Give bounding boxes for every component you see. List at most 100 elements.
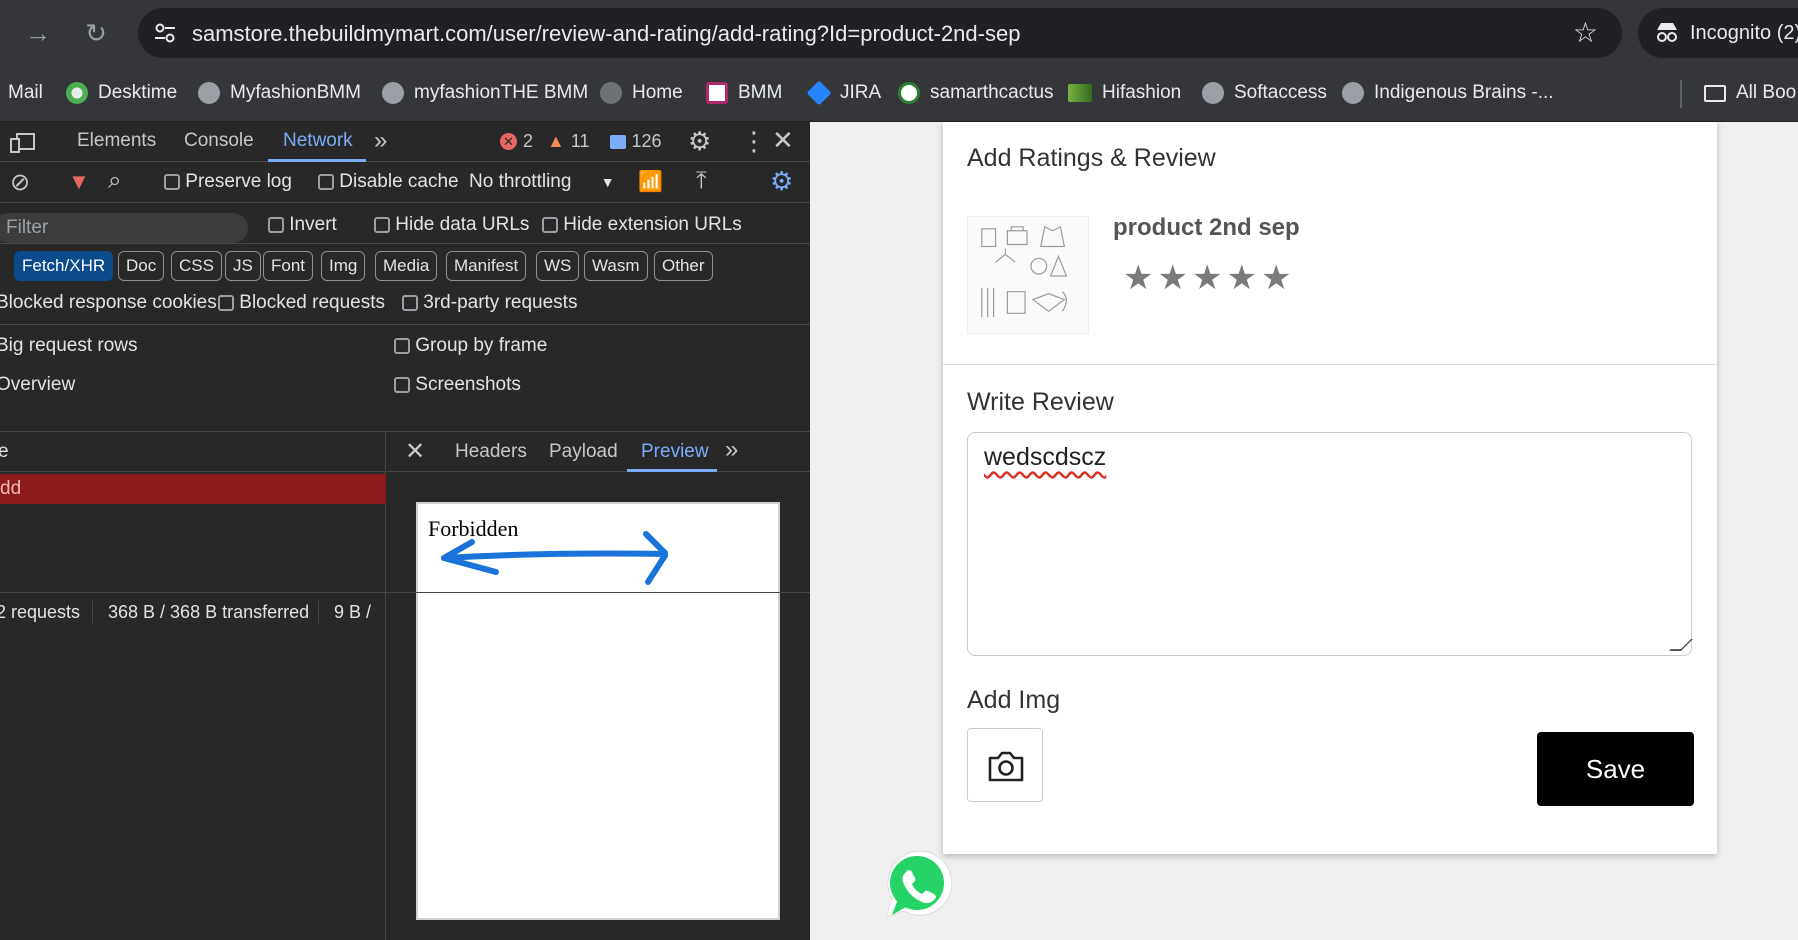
product-name: product 2nd sep <box>1113 214 1300 241</box>
product-sketch-icon <box>981 225 1068 318</box>
throttling-select[interactable]: No throttling ▼ <box>469 171 615 193</box>
bookmark-all-bookmarks[interactable]: All Boo <box>1704 78 1796 108</box>
warning-icon: ▲ <box>547 131 565 151</box>
web-page: Add Ratings & Review product 2nd sep ★ ★… <box>810 122 1798 940</box>
import-har-icon[interactable]: ⤒ <box>696 167 707 195</box>
url-text[interactable]: samstore.thebuildmymart.com/user/review-… <box>192 21 1020 47</box>
blocked-requests-checkbox[interactable]: Blocked requests <box>218 292 385 314</box>
incognito-indicator[interactable]: Incognito (2) <box>1638 8 1798 58</box>
review-textarea[interactable]: wedscdscz <box>967 432 1693 656</box>
chip-img[interactable]: Img <box>321 251 366 281</box>
screenshots-label: Screenshots <box>415 374 521 395</box>
name-column-header[interactable]: e <box>0 432 386 472</box>
filter-input[interactable]: Filter <box>0 213 248 243</box>
network-settings-icon[interactable]: ⚙ <box>770 166 793 197</box>
add-image-button[interactable] <box>967 728 1043 802</box>
close-devtools-icon[interactable]: ✕ <box>772 125 794 156</box>
bookmark-jira[interactable]: JIRA <box>806 78 881 108</box>
device-toolbar-icon[interactable] <box>10 132 36 154</box>
resources-size: 9 B / <box>334 602 372 622</box>
write-review-label: Write Review <box>967 388 1114 416</box>
browser-toolbar: → ↻ samstore.thebuildmymart.com/user/rev… <box>0 0 1798 66</box>
clear-icon[interactable]: ⊘ <box>10 168 30 197</box>
star-icon[interactable]: ★ <box>1157 258 1187 298</box>
network-conditions-icon[interactable]: 📶 <box>638 169 663 194</box>
whatsapp-icon[interactable] <box>876 845 956 925</box>
globe-icon <box>1202 82 1224 104</box>
big-rows-checkbox[interactable]: Big request rows <box>0 335 138 357</box>
overview-checkbox[interactable]: Overview <box>0 374 75 396</box>
error-count: 2 <box>523 131 534 151</box>
reload-icon[interactable]: ↻ <box>80 17 112 49</box>
disable-cache-label: Disable cache <box>339 171 459 192</box>
tab-headers[interactable]: Headers <box>455 441 527 463</box>
star-icon[interactable]: ★ <box>1261 258 1291 298</box>
tab-network[interactable]: Network <box>283 130 353 152</box>
request-row-selected[interactable]: dd <box>0 474 386 504</box>
bookmark-label: Hifashion <box>1102 82 1182 103</box>
save-button[interactable]: Save <box>1537 732 1694 806</box>
tab-payload[interactable]: Payload <box>549 441 618 463</box>
star-icon[interactable]: ★ <box>1123 258 1153 298</box>
tab-console[interactable]: Console <box>184 130 254 152</box>
chip-ws[interactable]: WS <box>536 251 580 281</box>
warning-count: 11 <box>570 131 590 151</box>
bookmark-label: Desktime <box>98 82 178 103</box>
tab-preview[interactable]: Preview <box>641 441 709 463</box>
bookmark-myfashionthe-bmm[interactable]: myfashionTHE BMM <box>382 78 588 108</box>
close-detail-icon[interactable]: ✕ <box>405 437 425 466</box>
bookmark-home[interactable]: Home <box>600 78 683 108</box>
chip-css[interactable]: CSS <box>171 251 222 281</box>
chip-other[interactable]: Other <box>654 251 713 281</box>
third-party-checkbox[interactable]: 3rd-party requests <box>402 292 577 314</box>
filter-funnel-icon[interactable]: ▼ <box>68 169 90 195</box>
page-title: Add Ratings & Review <box>967 144 1216 172</box>
forward-icon[interactable]: → <box>22 17 54 49</box>
bookmark-hifashion[interactable]: Hifashion <box>1068 78 1181 108</box>
settings-gear-icon[interactable]: ⚙ <box>688 126 711 157</box>
bookmark-softaccess[interactable]: Softaccess <box>1202 78 1327 108</box>
bookmark-desktime[interactable]: Desktime <box>66 78 177 108</box>
hide-extension-urls-checkbox[interactable]: Hide extension URLs <box>542 214 742 236</box>
chip-wasm[interactable]: Wasm <box>584 251 648 281</box>
blocked-cookies-checkbox[interactable]: Blocked response cookies <box>0 292 217 314</box>
preserve-log-checkbox[interactable]: Preserve log <box>164 171 292 193</box>
globe-icon <box>198 82 220 104</box>
more-tabs-icon[interactable]: » <box>725 436 738 464</box>
bookmark-star-icon[interactable]: ☆ <box>1573 16 1598 49</box>
preview-tab-indicator <box>627 469 717 472</box>
bookmark-label: Mail <box>8 82 43 103</box>
address-bar[interactable]: samstore.thebuildmymart.com/user/review-… <box>138 8 1622 58</box>
bookmark-samarthcactus[interactable]: samarthcactus <box>898 78 1054 108</box>
star-rating[interactable]: ★ ★ ★ ★ ★ <box>1123 258 1291 298</box>
message-count: 126 <box>631 131 662 151</box>
more-tabs-icon[interactable]: » <box>374 127 387 155</box>
tab-elements[interactable]: Elements <box>77 130 156 152</box>
disable-cache-checkbox[interactable]: Disable cache <box>318 171 459 193</box>
bookmark-mail[interactable]: Mail <box>8 78 43 108</box>
chip-font[interactable]: Font <box>263 251 314 281</box>
more-options-icon[interactable]: ⋮ <box>741 126 767 157</box>
filter-bar: Filter Invert Hide data URLs Hide extens… <box>0 204 810 244</box>
site-settings-icon[interactable] <box>152 20 178 46</box>
chip-js[interactable]: JS <box>225 251 261 281</box>
camera-icon <box>988 751 1024 782</box>
search-icon[interactable]: ⌕ <box>108 167 121 195</box>
hide-data-urls-checkbox[interactable]: Hide data URLs <box>374 214 529 236</box>
invert-checkbox[interactable]: Invert <box>268 214 337 236</box>
bookmark-indigenous-brains[interactable]: Indigenous Brains -... <box>1342 78 1554 108</box>
group-by-frame-checkbox[interactable]: Group by frame <box>394 335 547 357</box>
chip-manifest[interactable]: Manifest <box>446 251 527 281</box>
chip-media[interactable]: Media <box>375 251 438 281</box>
bookmark-bmm[interactable]: BMM <box>706 78 782 108</box>
chip-doc[interactable]: Doc <box>118 251 165 281</box>
cactus-icon <box>898 82 920 104</box>
star-icon[interactable]: ★ <box>1192 258 1222 298</box>
globe-icon <box>382 82 404 104</box>
star-icon[interactable]: ★ <box>1226 258 1256 298</box>
bookmark-myfashionbmm[interactable]: MyfashionBMM <box>198 78 361 108</box>
screenshots-checkbox[interactable]: Screenshots <box>394 374 521 396</box>
chip-fetch-xhr[interactable]: Fetch/XHR <box>14 251 114 281</box>
resize-handle-icon[interactable] <box>1669 639 1693 651</box>
issue-counters[interactable]: ✕ 2 ▲ 11 126 <box>500 131 662 152</box>
